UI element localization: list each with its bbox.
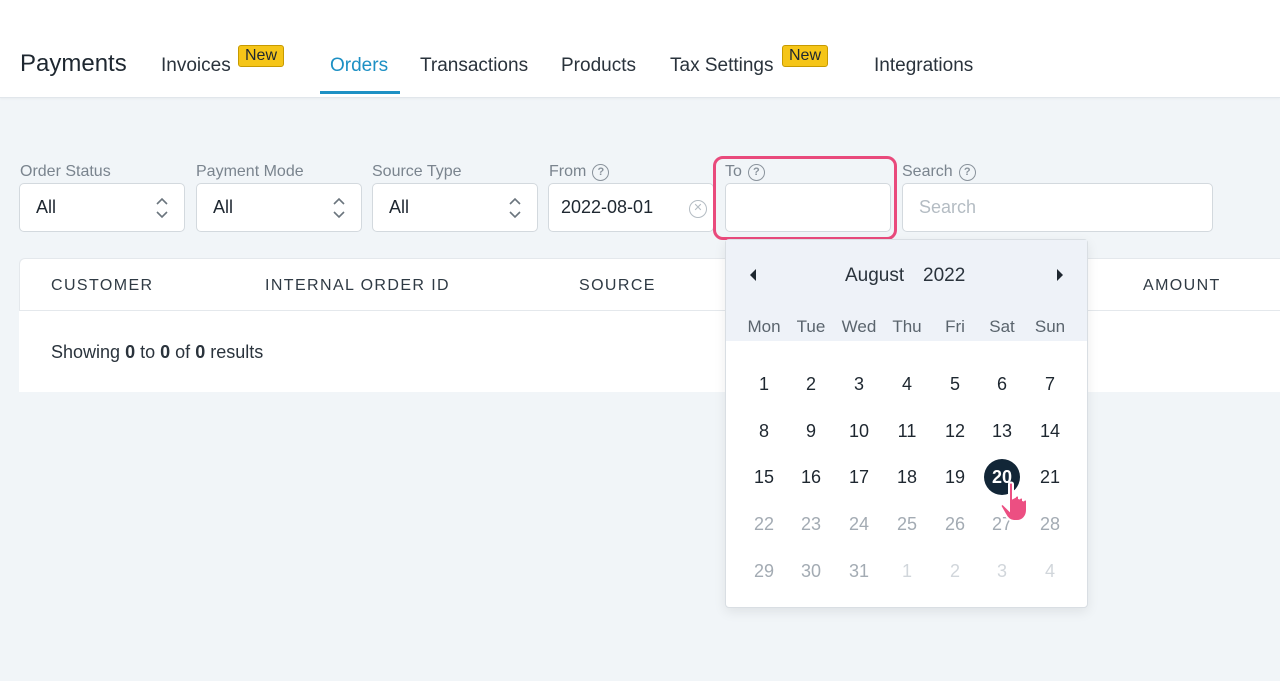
weekday-label: Mon — [747, 317, 781, 336]
calendar-day[interactable]: 19 — [937, 459, 973, 495]
from-label-text: From — [549, 163, 587, 180]
calendar-day[interactable]: 26 — [937, 506, 973, 542]
calendar-day[interactable]: 18 — [889, 459, 925, 495]
calendar-day[interactable]: 16 — [793, 459, 829, 495]
to-field-highlight — [713, 156, 897, 240]
active-tab-indicator — [320, 91, 400, 94]
payment-mode-value: All — [213, 197, 234, 217]
calendar-day[interactable]: 23 — [793, 506, 829, 542]
payment-mode-label: Payment Mode — [196, 163, 304, 181]
calendar-day[interactable]: 12 — [937, 413, 973, 449]
calendar-day[interactable]: 1 — [746, 366, 782, 402]
calendar-day[interactable]: 7 — [1032, 366, 1068, 402]
help-icon[interactable]: ? — [958, 163, 976, 181]
search-placeholder: Search — [919, 197, 977, 217]
tab-tax-settings[interactable]: Tax Settings — [670, 55, 774, 77]
results-to: 0 — [160, 342, 171, 362]
calendar-year[interactable]: 2022 — [923, 265, 965, 287]
select-arrows-icon — [509, 197, 521, 219]
source-type-select[interactable]: All — [372, 183, 538, 232]
calendar-day[interactable]: 10 — [841, 413, 877, 449]
column-header-source[interactable]: SOURCE — [579, 277, 656, 295]
source-type-label-text: Source Type — [372, 163, 462, 180]
weekday-label: Thu — [892, 317, 922, 336]
table-header: CUSTOMER INTERNAL ORDER ID SOURCE AMOUNT — [19, 258, 1280, 311]
from-date-value: 2022-08-01 — [561, 197, 654, 217]
from-label: From ? — [549, 163, 610, 181]
calendar-day[interactable]: 1 — [889, 553, 925, 589]
order-status-label-text: Order Status — [20, 163, 111, 180]
calendar-day[interactable]: 29 — [746, 553, 782, 589]
top-navigation-bar: Payments Invoices New Orders Transaction… — [0, 0, 1280, 98]
source-type-value: All — [389, 197, 410, 217]
calendar-day[interactable]: 24 — [841, 506, 877, 542]
results-suffix: results — [210, 342, 264, 362]
column-header-internal-order-id[interactable]: INTERNAL ORDER ID — [265, 277, 450, 295]
calendar-day[interactable]: 11 — [889, 413, 925, 449]
page-title: Payments — [20, 50, 127, 77]
search-input[interactable]: Search — [902, 183, 1213, 232]
weekday-label: Sat — [989, 317, 1015, 336]
source-type-label: Source Type — [372, 163, 462, 181]
tab-invoices[interactable]: Invoices — [161, 55, 231, 77]
calendar-header: August 2022 Mon Tue Wed Thu Fri Sat Sun — [726, 240, 1087, 341]
calendar-day[interactable]: 31 — [841, 553, 877, 589]
calendar-day[interactable]: 22 — [746, 506, 782, 542]
select-arrows-icon — [333, 197, 345, 219]
weekday-label: Tue — [796, 317, 826, 336]
calendar-day[interactable]: 8 — [746, 413, 782, 449]
calendar-month[interactable]: August — [845, 265, 904, 287]
order-status-value: All — [36, 197, 57, 217]
results-from: 0 — [125, 342, 136, 362]
calendar-day[interactable]: 5 — [937, 366, 973, 402]
tab-integrations[interactable]: Integrations — [874, 55, 973, 77]
payment-mode-select[interactable]: All — [196, 183, 362, 232]
calendar-day[interactable]: 6 — [984, 366, 1020, 402]
calendar-day[interactable]: 2 — [937, 553, 973, 589]
results-to-word: to — [140, 342, 156, 362]
column-header-customer[interactable]: CUSTOMER — [51, 277, 153, 295]
clear-icon[interactable]: ✕ — [689, 200, 707, 218]
from-date-input[interactable]: 2022-08-01 ✕ — [548, 183, 714, 232]
calendar-day[interactable]: 3 — [984, 553, 1020, 589]
next-month-icon[interactable] — [1053, 267, 1065, 283]
previous-month-icon[interactable] — [748, 267, 760, 283]
help-icon[interactable]: ? — [592, 163, 610, 181]
results-total: 0 — [195, 342, 206, 362]
table-body: Showing 0 to 0 of 0 results — [19, 311, 1280, 392]
calendar-day[interactable]: 13 — [984, 413, 1020, 449]
weekday-label: Wed — [841, 317, 877, 336]
column-header-amount[interactable]: AMOUNT — [1143, 277, 1221, 295]
weekday-label: Sun — [1034, 317, 1066, 336]
calendar-day[interactable]: 30 — [793, 553, 829, 589]
new-badge-invoices: New — [238, 45, 285, 67]
pointer-hand-icon — [999, 481, 1028, 522]
calendar-day[interactable]: 4 — [1032, 553, 1068, 589]
calendar-day[interactable]: 4 — [889, 366, 925, 402]
payment-mode-label-text: Payment Mode — [196, 163, 304, 180]
order-status-select[interactable]: All — [19, 183, 185, 232]
calendar-day[interactable]: 9 — [793, 413, 829, 449]
search-label: Search ? — [902, 163, 976, 181]
calendar-day[interactable]: 14 — [1032, 413, 1068, 449]
order-status-label: Order Status — [20, 163, 111, 181]
results-prefix: Showing — [51, 342, 121, 362]
weekday-label: Fri — [945, 317, 965, 336]
results-of-word: of — [175, 342, 191, 362]
calendar-day[interactable]: 15 — [746, 459, 782, 495]
calendar-day[interactable]: 17 — [841, 459, 877, 495]
search-label-text: Search — [902, 163, 953, 180]
calendar-day[interactable]: 25 — [889, 506, 925, 542]
calendar-day[interactable]: 2 — [793, 366, 829, 402]
select-arrows-icon — [156, 197, 168, 219]
date-picker-popup: August 2022 Mon Tue Wed Thu Fri Sat Sun … — [725, 239, 1088, 608]
tab-products[interactable]: Products — [561, 55, 636, 77]
new-badge-tax-settings: New — [782, 45, 829, 67]
calendar-day[interactable]: 3 — [841, 366, 877, 402]
tab-transactions[interactable]: Transactions — [420, 55, 528, 77]
results-summary: Showing 0 to 0 of 0 results — [51, 342, 263, 363]
tab-orders[interactable]: Orders — [330, 55, 388, 77]
